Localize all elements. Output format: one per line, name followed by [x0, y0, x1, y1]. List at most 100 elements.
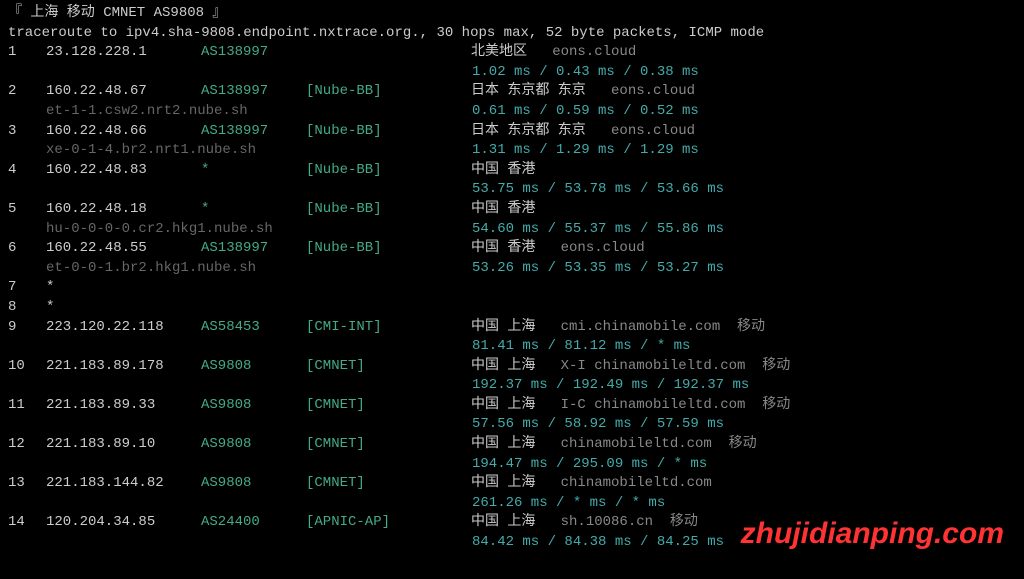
hop-asn: AS138997	[201, 122, 306, 142]
trace-hop-detail: 1.02 ms / 0.43 ms / 0.38 ms	[8, 63, 1016, 83]
hop-tag: [Nube-BB]	[306, 200, 471, 220]
hop-number: 4	[8, 161, 46, 181]
hop-ip: 23.128.228.1	[46, 43, 201, 63]
hop-location: 日本 东京都 东京	[471, 123, 586, 139]
hop-ip: 120.204.34.85	[46, 513, 201, 533]
trace-hop-row: 7*	[8, 278, 1016, 298]
hop-timings: 81.41 ms / 81.12 ms / * ms	[472, 338, 690, 354]
hop-ip: 223.120.22.118	[46, 318, 201, 338]
hop-location: 中国 香港	[471, 240, 535, 256]
hop-ip: 221.183.144.82	[46, 474, 201, 494]
hop-ip: 160.22.48.55	[46, 239, 201, 259]
hop-host: I-C chinamobileltd.com	[535, 397, 745, 413]
hop-location: 中国 上海	[471, 475, 535, 491]
hop-number: 3	[8, 122, 46, 142]
hop-number: 1	[8, 43, 46, 63]
trace-hop-row: 4160.22.48.83*[Nube-BB]中国 香港	[8, 161, 1016, 181]
trace-hop-detail: 81.41 ms / 81.12 ms / * ms	[8, 337, 1016, 357]
trace-hop-row: 123.128.228.1AS138997 北美地区 eons.cloud	[8, 43, 1016, 63]
hop-rdns: hu-0-0-0-0.cr2.hkg1.nube.sh	[46, 220, 472, 240]
hop-carrier: 移动	[712, 436, 757, 452]
trace-header: 『 上海 移动 CMNET AS9808 』	[8, 4, 1016, 24]
hop-host: cmi.chinamobile.com	[535, 319, 720, 335]
hop-timings: 53.75 ms / 53.78 ms / 53.66 ms	[472, 181, 724, 197]
hop-tag: [CMNET]	[306, 435, 471, 455]
hop-host: eons.cloud	[535, 240, 644, 256]
hop-rdns: xe-0-1-4.br2.nrt1.nube.sh	[46, 141, 472, 161]
trace-hop-detail: 192.37 ms / 192.49 ms / 192.37 ms	[8, 376, 1016, 396]
hop-ip: 160.22.48.83	[46, 161, 201, 181]
hop-asn: AS9808	[201, 435, 306, 455]
hop-ip: *	[46, 298, 201, 318]
hop-host: sh.10086.cn	[535, 514, 653, 530]
hop-rdns: et-1-1.csw2.nrt2.nube.sh	[46, 102, 472, 122]
hop-host: X-I chinamobileltd.com	[535, 358, 745, 374]
hop-host: eons.cloud	[586, 83, 695, 99]
hop-ip: 160.22.48.67	[46, 82, 201, 102]
hop-carrier: 移动	[720, 319, 765, 335]
hop-carrier: 移动	[745, 358, 790, 374]
hop-location: 中国 上海	[471, 514, 535, 530]
hop-number: 2	[8, 82, 46, 102]
hop-timings: 194.47 ms / 295.09 ms / * ms	[472, 456, 707, 472]
hop-host: chinamobileltd.com	[535, 475, 711, 491]
hop-asn: AS58453	[201, 318, 306, 338]
hop-location: 中国 上海	[471, 436, 535, 452]
trace-hop-detail: 194.47 ms / 295.09 ms / * ms	[8, 455, 1016, 475]
trace-hop-detail: 57.56 ms / 58.92 ms / 57.59 ms	[8, 415, 1016, 435]
hop-host: eons.cloud	[527, 44, 636, 60]
hop-asn: AS9808	[201, 357, 306, 377]
hop-asn: *	[201, 200, 306, 220]
trace-hop-detail: hu-0-0-0-0.cr2.hkg1.nube.sh54.60 ms / 55…	[8, 220, 1016, 240]
hop-asn: AS138997	[201, 82, 306, 102]
hop-tag: [Nube-BB]	[306, 239, 471, 259]
trace-hop-row: 10221.183.89.178AS9808[CMNET]中国 上海 X-I c…	[8, 357, 1016, 377]
hop-location: 中国 香港	[471, 162, 535, 178]
watermark-text: zhujidianping.com	[741, 513, 1004, 555]
hop-ip: 160.22.48.18	[46, 200, 201, 220]
hop-number: 8	[8, 298, 46, 318]
hop-number: 12	[8, 435, 46, 455]
hop-timings: 261.26 ms / * ms / * ms	[472, 495, 665, 511]
hop-ip: 221.183.89.178	[46, 357, 201, 377]
trace-hop-row: 13221.183.144.82AS9808[CMNET]中国 上海 china…	[8, 474, 1016, 494]
hop-location: 日本 东京都 东京	[471, 83, 586, 99]
hop-timings: 192.37 ms / 192.49 ms / 192.37 ms	[472, 377, 749, 393]
hop-tag: [CMNET]	[306, 357, 471, 377]
trace-hop-row: 5160.22.48.18*[Nube-BB]中国 香港	[8, 200, 1016, 220]
hop-number: 13	[8, 474, 46, 494]
hop-rdns: et-0-0-1.br2.hkg1.nube.sh	[46, 259, 472, 279]
hop-asn: AS138997	[201, 43, 306, 63]
hop-tag: [Nube-BB]	[306, 122, 471, 142]
hop-asn: AS9808	[201, 396, 306, 416]
hop-ip: 221.183.89.33	[46, 396, 201, 416]
hop-number: 11	[8, 396, 46, 416]
hop-asn: AS24400	[201, 513, 306, 533]
trace-hop-row: 2160.22.48.67AS138997[Nube-BB]日本 东京都 东京 …	[8, 82, 1016, 102]
hop-timings: 84.42 ms / 84.38 ms / 84.25 ms	[472, 534, 724, 550]
hop-tag: [Nube-BB]	[306, 161, 471, 181]
hop-timings: 0.61 ms / 0.59 ms / 0.52 ms	[472, 103, 699, 119]
hop-tag: [CMNET]	[306, 474, 471, 494]
trace-output: 123.128.228.1AS138997北美地区 eons.cloud1.02…	[8, 43, 1016, 552]
hop-asn: *	[201, 161, 306, 181]
trace-command: traceroute to ipv4.sha-9808.endpoint.nxt…	[8, 24, 1016, 44]
hop-location: 中国 上海	[471, 397, 535, 413]
trace-hop-detail: et-1-1.csw2.nrt2.nube.sh0.61 ms / 0.59 m…	[8, 102, 1016, 122]
hop-tag: [APNIC-AP]	[306, 513, 471, 533]
trace-hop-row: 3160.22.48.66AS138997[Nube-BB]日本 东京都 东京 …	[8, 122, 1016, 142]
hop-timings: 1.02 ms / 0.43 ms / 0.38 ms	[472, 64, 699, 80]
hop-location: 中国 香港	[471, 201, 535, 217]
hop-number: 7	[8, 278, 46, 298]
hop-carrier: 移动	[745, 397, 790, 413]
hop-asn: AS9808	[201, 474, 306, 494]
hop-number: 9	[8, 318, 46, 338]
hop-location: 北美地区	[471, 44, 527, 60]
hop-host: chinamobileltd.com	[535, 436, 711, 452]
hop-tag: [CMNET]	[306, 396, 471, 416]
hop-number: 6	[8, 239, 46, 259]
hop-carrier: 移动	[653, 514, 698, 530]
trace-hop-row: 6160.22.48.55AS138997[Nube-BB]中国 香港 eons…	[8, 239, 1016, 259]
trace-hop-row: 11221.183.89.33AS9808[CMNET]中国 上海 I-C ch…	[8, 396, 1016, 416]
hop-ip: 160.22.48.66	[46, 122, 201, 142]
